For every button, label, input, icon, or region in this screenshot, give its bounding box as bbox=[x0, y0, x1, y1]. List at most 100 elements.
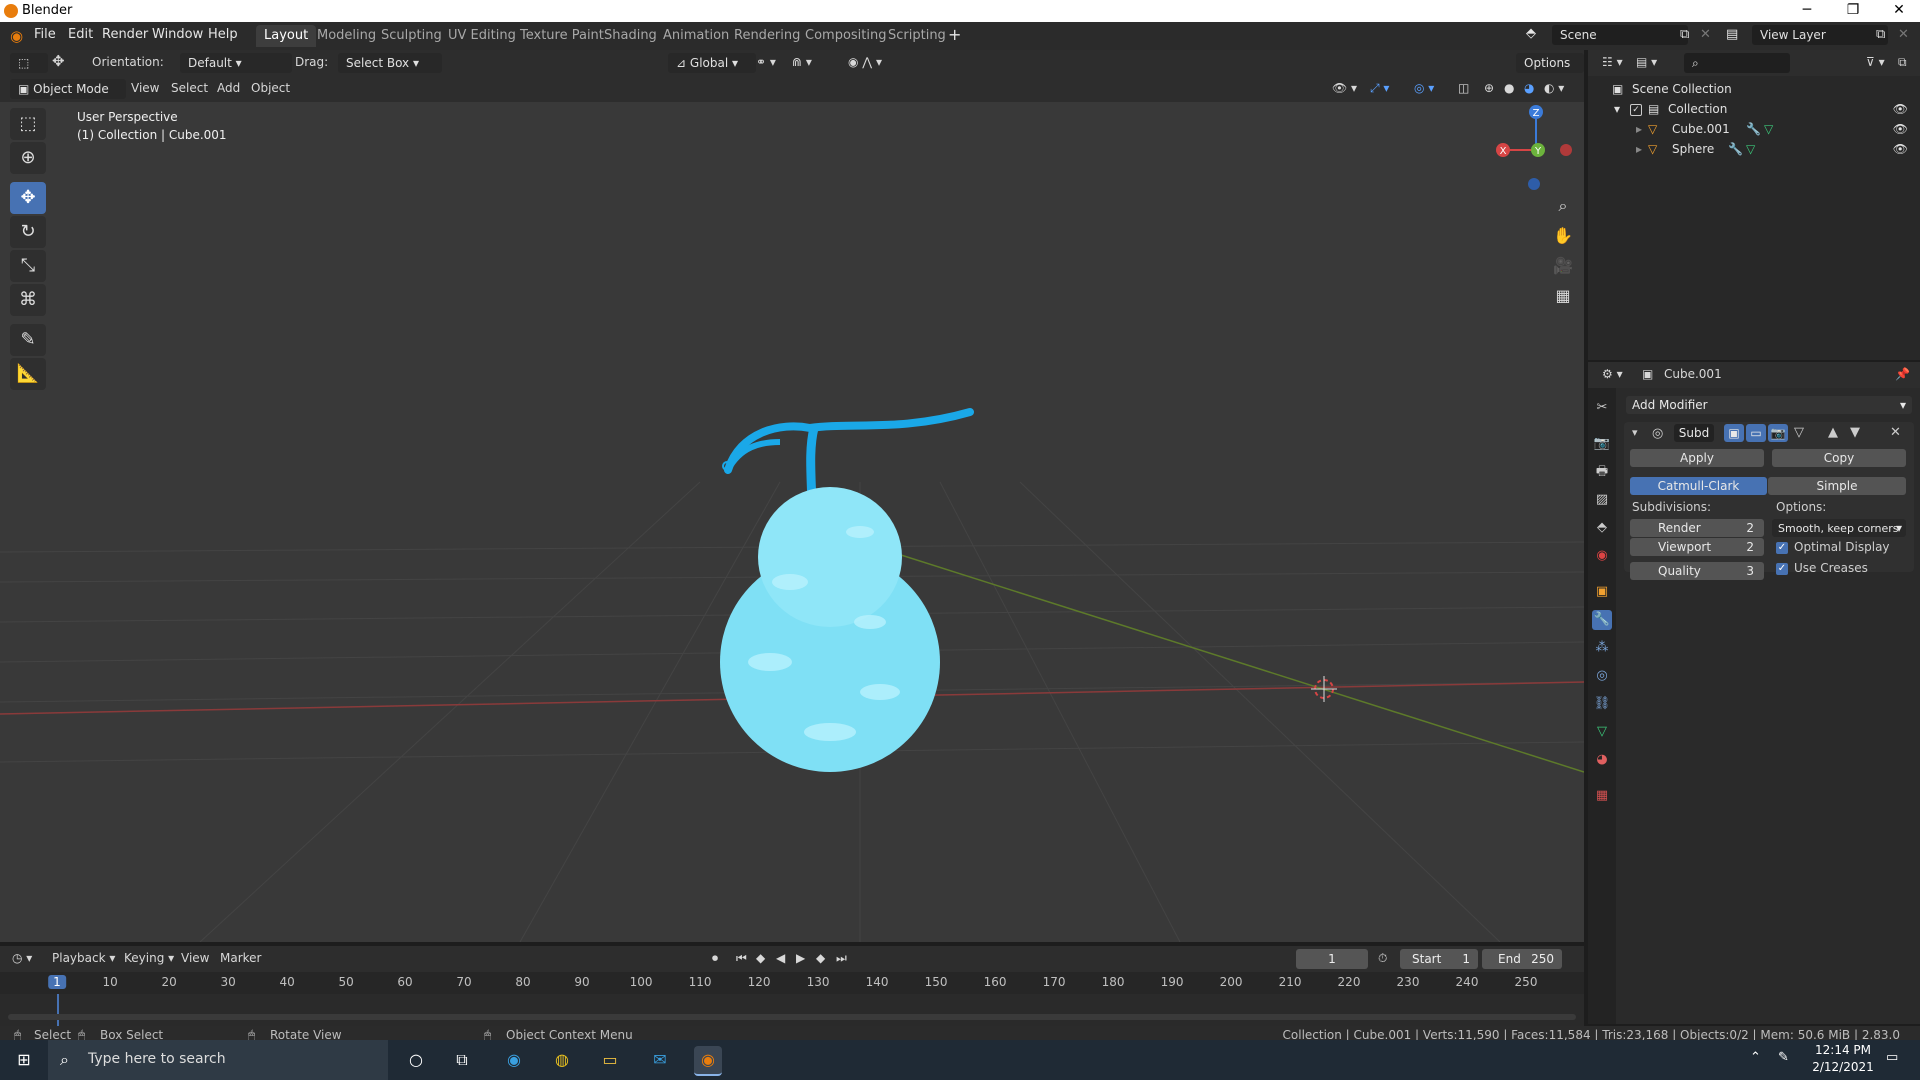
pen-icon[interactable]: ✎ bbox=[1778, 1050, 1789, 1065]
blender-menu-icon[interactable]: ◉ bbox=[10, 27, 23, 45]
scene-selector[interactable]: Scene bbox=[1552, 25, 1688, 45]
add-modifier-dropdown[interactable]: Add Modifier ▾ bbox=[1626, 396, 1912, 414]
menu-select[interactable]: Select bbox=[171, 81, 208, 95]
collection-checkbox[interactable]: ✓ bbox=[1630, 104, 1642, 116]
view-layer-icon[interactable]: ▤ bbox=[1726, 27, 1738, 42]
properties-editor-icon[interactable]: ⚙ ▾ bbox=[1602, 367, 1623, 381]
outliner-cube[interactable]: ▸ ▽ Cube.001 🔧 ▽ 👁 bbox=[1588, 120, 1920, 140]
move-up-icon[interactable]: ▲ bbox=[1828, 425, 1838, 440]
scene-icon[interactable]: ⬘ bbox=[1526, 26, 1536, 41]
options-dropdown[interactable]: Options ▾ bbox=[1516, 53, 1584, 90]
current-frame-field[interactable]: 1 bbox=[1296, 949, 1368, 969]
menu-help[interactable]: Help bbox=[208, 27, 238, 42]
scale-icon[interactable]: ⤡ bbox=[10, 250, 46, 282]
eye-icon[interactable]: 👁 bbox=[1893, 102, 1908, 116]
snap-icon[interactable]: ⋒ ▾ bbox=[792, 55, 812, 69]
chrome-icon[interactable]: ◍ bbox=[548, 1046, 576, 1074]
uv-smooth-dropdown[interactable]: Smooth, keep corners ▾ bbox=[1772, 519, 1906, 537]
wireframe-shading-icon[interactable]: ⊕ bbox=[1484, 81, 1494, 95]
notifications-icon[interactable]: ▭ bbox=[1886, 1050, 1898, 1065]
eye-icon[interactable]: 👁 bbox=[1893, 122, 1908, 136]
viewport-toggle-icon[interactable]: ▭ bbox=[1746, 424, 1766, 442]
modifier-wrench-icon[interactable]: 🔧 bbox=[1746, 122, 1761, 136]
delete-scene-icon[interactable]: ✕ bbox=[1700, 27, 1711, 42]
menu-edit[interactable]: Edit bbox=[68, 27, 93, 42]
windows-start-icon[interactable]: ⊞ bbox=[10, 1046, 38, 1074]
eye-icon[interactable]: 👁 bbox=[1893, 142, 1908, 156]
timeline-scrollbar[interactable] bbox=[8, 1014, 1576, 1020]
display-mode-icon[interactable]: ▤ ▾ bbox=[1636, 55, 1657, 69]
menu-add[interactable]: Add bbox=[217, 81, 240, 95]
view-layer-selector[interactable]: View Layer bbox=[1752, 25, 1888, 45]
mail-icon[interactable]: ✉ bbox=[646, 1046, 674, 1074]
viewport-levels-field[interactable]: Viewport 2 bbox=[1630, 538, 1764, 556]
menu-object[interactable]: Object bbox=[251, 81, 290, 95]
mesh-data-icon[interactable]: ▽ bbox=[1746, 142, 1755, 156]
gourd-body-top[interactable] bbox=[758, 487, 902, 627]
measure-icon[interactable]: 📐 bbox=[10, 358, 46, 390]
texture-tab-icon[interactable]: ▦ bbox=[1592, 786, 1612, 806]
jump-end-icon[interactable]: ⏭ bbox=[836, 951, 847, 966]
rotate-icon[interactable]: ↻ bbox=[10, 216, 46, 248]
editor-type-icon[interactable]: ⬚ bbox=[10, 53, 48, 73]
expand-arrow-icon[interactable]: ▸ bbox=[1636, 122, 1642, 136]
proportional-edit-icon[interactable]: ◉ ⋀ ▾ bbox=[848, 55, 882, 69]
menu-render[interactable]: Render bbox=[102, 27, 148, 42]
material-tab-icon[interactable]: ◕ bbox=[1592, 750, 1612, 770]
scene-tab-icon[interactable]: ⬘ bbox=[1592, 518, 1612, 538]
transform-orientation-dropdown[interactable]: ⊿ Global ▾ bbox=[668, 53, 756, 73]
gizmo-toggle-icon[interactable]: ⤢ ▾ bbox=[1370, 81, 1389, 96]
tab-scripting[interactable]: Scripting bbox=[880, 25, 954, 47]
use-creases-checkbox[interactable]: ✓ bbox=[1776, 563, 1788, 575]
pin-icon[interactable]: 📌 bbox=[1895, 367, 1910, 381]
edit-mode-toggle-icon[interactable]: ▣ bbox=[1724, 424, 1744, 442]
rendered-shading-icon[interactable]: ◐ ▾ bbox=[1544, 81, 1564, 95]
expand-arrow-icon[interactable]: ▾ bbox=[1614, 102, 1620, 116]
preview-range-icon[interactable]: ⏱ bbox=[1378, 951, 1387, 966]
constraints-tab-icon[interactable]: ⛓ bbox=[1592, 694, 1612, 714]
add-workspace-icon[interactable]: + bbox=[948, 25, 961, 44]
select-box-icon[interactable]: ⬚ bbox=[10, 108, 46, 140]
output-tab-icon[interactable]: 🖶 bbox=[1592, 462, 1612, 482]
menu-marker[interactable]: Marker bbox=[220, 951, 261, 965]
camera-view-icon[interactable]: 🎥 bbox=[1551, 254, 1575, 278]
menu-file[interactable]: File bbox=[34, 27, 56, 42]
move-down-icon[interactable]: ▼ bbox=[1850, 425, 1860, 440]
tab-animation[interactable]: Animation bbox=[655, 25, 737, 47]
zoom-icon[interactable]: ⌕ bbox=[1551, 194, 1575, 218]
start-frame-field[interactable]: Start 1 bbox=[1400, 949, 1478, 969]
filter-icon[interactable]: ⊽ ▾ bbox=[1866, 55, 1885, 69]
menu-window[interactable]: Window bbox=[152, 27, 203, 42]
menu-timeline-view[interactable]: View bbox=[181, 951, 209, 965]
pan-hand-icon[interactable]: ✋ bbox=[1551, 224, 1575, 248]
orientation-dropdown[interactable]: Default ▾ bbox=[180, 53, 292, 73]
jump-start-icon[interactable]: ⏮ bbox=[736, 951, 747, 966]
pivot-point-icon[interactable]: ⚭ ▾ bbox=[756, 55, 776, 69]
remove-modifier-icon[interactable]: ✕ bbox=[1890, 425, 1901, 440]
drag-dropdown[interactable]: Select Box ▾ bbox=[338, 53, 442, 73]
taskbar-search-box[interactable]: ⌕ Type here to search bbox=[48, 1040, 388, 1080]
minimize-button[interactable]: ─ bbox=[1784, 0, 1830, 22]
annotate-icon[interactable]: ✎ bbox=[10, 324, 46, 356]
close-button[interactable]: ✕ bbox=[1876, 0, 1920, 22]
outliner-collection[interactable]: ▾ ✓ ▤ Collection 👁 bbox=[1588, 100, 1920, 120]
menu-keying[interactable]: Keying ▾ bbox=[124, 951, 174, 965]
restore-button[interactable]: ❐ bbox=[1830, 0, 1876, 22]
edge-icon[interactable]: ◉ bbox=[500, 1046, 528, 1074]
modifier-name-field[interactable]: Subd bbox=[1674, 424, 1714, 442]
solid-shading-icon[interactable]: ● bbox=[1504, 81, 1514, 95]
prev-keyframe-icon[interactable]: ◆ bbox=[756, 951, 765, 965]
3d-viewport[interactable]: Z X Y User Perspective (1) Collection | … bbox=[0, 102, 1584, 942]
quality-field[interactable]: Quality 3 bbox=[1630, 562, 1764, 580]
tab-layout[interactable]: Layout bbox=[256, 25, 317, 47]
particles-tab-icon[interactable]: ⁂ bbox=[1592, 638, 1612, 658]
render-toggle-icon[interactable]: 📷 bbox=[1768, 424, 1788, 442]
outliner-sphere[interactable]: ▸ ▽ Sphere 🔧 ▽ 👁 bbox=[1588, 140, 1920, 160]
timeline-body[interactable] bbox=[0, 994, 1584, 1026]
visibility-icon[interactable]: 👁 ▾ bbox=[1332, 81, 1357, 95]
modifier-wrench-icon[interactable]: 🔧 bbox=[1728, 142, 1743, 156]
delete-view-layer-icon[interactable]: ✕ bbox=[1898, 27, 1909, 42]
material-shading-icon[interactable]: ◕ bbox=[1524, 81, 1534, 95]
menu-playback[interactable]: Playback ▾ bbox=[52, 951, 115, 965]
object-tab-icon[interactable]: ▣ bbox=[1592, 582, 1612, 602]
